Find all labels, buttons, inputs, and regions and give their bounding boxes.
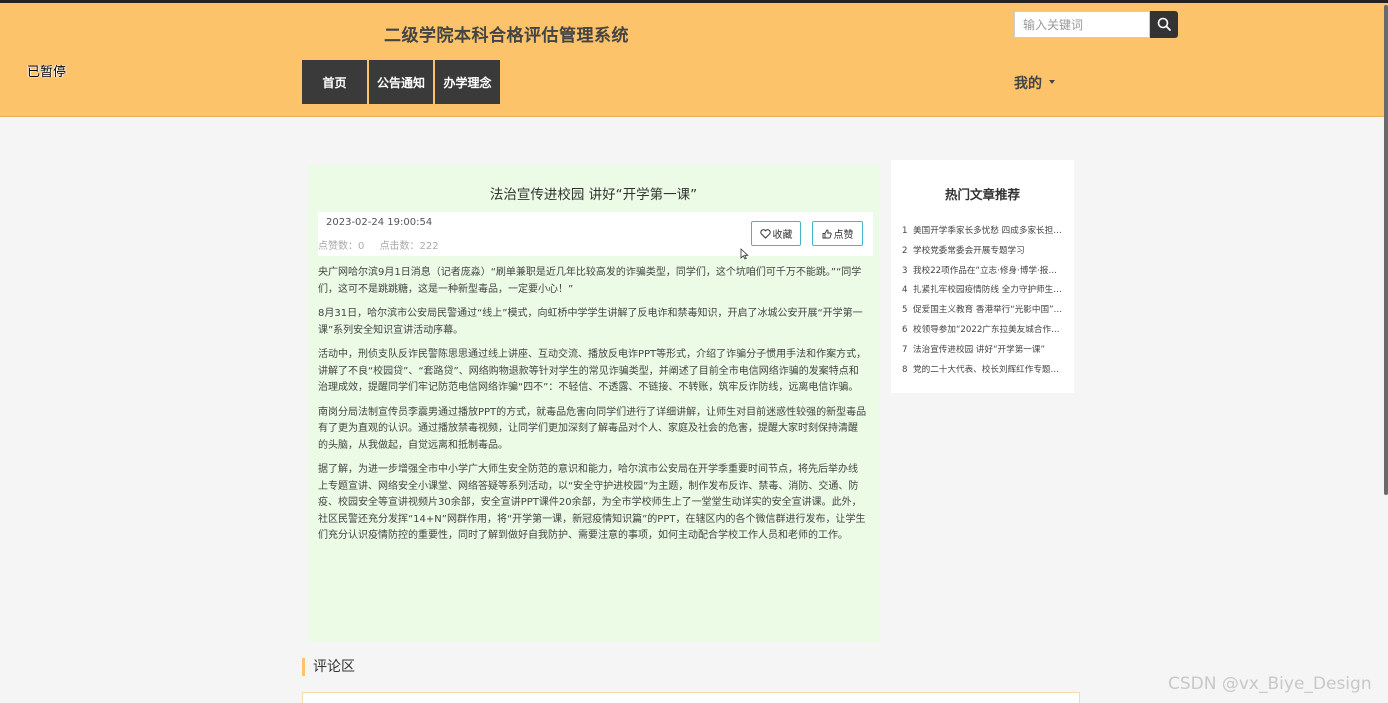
article-meta: 2023-02-24 19:00:54 点赞数：0 点击数：222 收藏 点赞 bbox=[318, 212, 873, 256]
search-input[interactable] bbox=[1014, 11, 1150, 38]
hot-article-item[interactable]: 4 扎紧扎牢校园疫情防线 全力守护师生健康 bbox=[902, 283, 1064, 303]
article-paragraph: 据了解，为进一步增强全市中小学广大师生安全防范的意识和能力，哈尔滨市公安局在开学… bbox=[318, 464, 866, 541]
search-box bbox=[1014, 11, 1178, 38]
article-datetime: 2023-02-24 19:00:54 bbox=[326, 217, 433, 228]
like-count: 点赞数：0 bbox=[318, 241, 365, 252]
user-menu-label: 我的 bbox=[1014, 76, 1042, 92]
hot-article-item[interactable]: 1美国开学季家长多忧愁 四成多家长担心孩子安全 bbox=[902, 224, 1064, 244]
article-body: 央广网哈尔滨9月1日消息（记者庞淼）“刷单兼职是近几年比较高发的诈骗类型，同学们… bbox=[318, 265, 867, 553]
hot-articles-list: 1美国开学季家长多忧愁 四成多家长担心孩子安全 2学校党委常委会开展专题学习 3… bbox=[902, 224, 1064, 382]
like-label: 点赞 bbox=[833, 230, 854, 241]
thumbs-up-icon bbox=[822, 229, 832, 238]
page-scrollbar[interactable] bbox=[1383, 3, 1388, 703]
scrollbar-thumb[interactable] bbox=[1384, 5, 1388, 495]
nav-announcements[interactable]: 公告通知 bbox=[369, 60, 433, 104]
watermark: CSDN @vx_Biye_Design bbox=[1168, 674, 1372, 694]
article-paragraph: 8月31日，哈尔滨市公安局民警通过“线上”模式，向虹桥中学学生讲解了反电诈和禁毒… bbox=[318, 308, 863, 336]
hot-articles-title: 热门文章推荐 bbox=[944, 187, 1020, 202]
heart-icon bbox=[759, 228, 771, 239]
article-paragraph: 央广网哈尔滨9月1日消息（记者庞淼）“刷单兼职是近几年比较高发的诈骗类型，同学们… bbox=[318, 267, 862, 295]
article-title: 法治宣传进校园 讲好“开学第一课” bbox=[489, 187, 698, 203]
main-nav: 首页 公告通知 办学理念 bbox=[302, 60, 502, 104]
paused-indicator: 已暂停 bbox=[27, 65, 67, 80]
like-button[interactable]: 点赞 bbox=[812, 221, 863, 246]
search-icon bbox=[1157, 17, 1171, 31]
search-button[interactable] bbox=[1150, 11, 1178, 38]
hot-articles-panel: 热门文章推荐 1美国开学季家长多忧愁 四成多家长担心孩子安全 2学校党委常委会开… bbox=[891, 160, 1074, 393]
favorite-button[interactable]: 收藏 bbox=[751, 221, 801, 246]
hot-article-item[interactable]: 2 学校党委常委会开展专题学习 bbox=[902, 244, 1064, 264]
favorite-label: 收藏 bbox=[772, 230, 793, 241]
hot-article-item[interactable]: 3我校22项作品在“立志·修身·博学·报国”比赛中获奖 bbox=[902, 264, 1064, 284]
click-count: 点击数：222 bbox=[379, 241, 439, 252]
hot-article-item[interactable]: 5 促爱国主义教育 香港举行“光影中国”活动 bbox=[902, 303, 1064, 323]
comment-section-heading: 评论区 bbox=[302, 658, 355, 676]
nav-home[interactable]: 首页 bbox=[302, 60, 367, 104]
mouse-cursor-icon bbox=[740, 248, 749, 260]
site-header: 二级学院本科合格评估管理系统 已暂停 首页 公告通知 办学理念 我的 bbox=[0, 3, 1388, 117]
article-counts: 点赞数：0 点击数：222 bbox=[318, 237, 451, 252]
user-menu[interactable]: 我的 bbox=[1014, 73, 1055, 93]
hot-article-item[interactable]: 6 校领导参加“2022广东拉美友城合作论坛” bbox=[902, 323, 1064, 343]
article-card: 法治宣传进校园 讲好“开学第一课” 2023-02-24 19:00:54 点赞… bbox=[308, 165, 879, 642]
comment-box[interactable] bbox=[302, 692, 1080, 703]
hot-article-item[interactable]: 7 法治宣传进校园 讲好“开学第一课” bbox=[902, 343, 1064, 363]
site-title: 二级学院本科合格评估管理系统 bbox=[384, 26, 629, 46]
caret-down-icon bbox=[1049, 80, 1055, 84]
article-paragraph: 南岗分局法制宣传员李震男通过播放PPT的方式，就毒品危害向同学们进行了详细讲解，… bbox=[318, 406, 867, 451]
article-paragraph: 活动中，刑侦支队反诈民警陈思思通过线上讲座、互动交流、播放反电诈PPT等形式，介… bbox=[318, 349, 867, 393]
hot-article-item[interactable]: 8 党的二十大代表、校长刘辉红作专题报告 bbox=[902, 363, 1064, 383]
nav-philosophy[interactable]: 办学理念 bbox=[435, 60, 500, 104]
